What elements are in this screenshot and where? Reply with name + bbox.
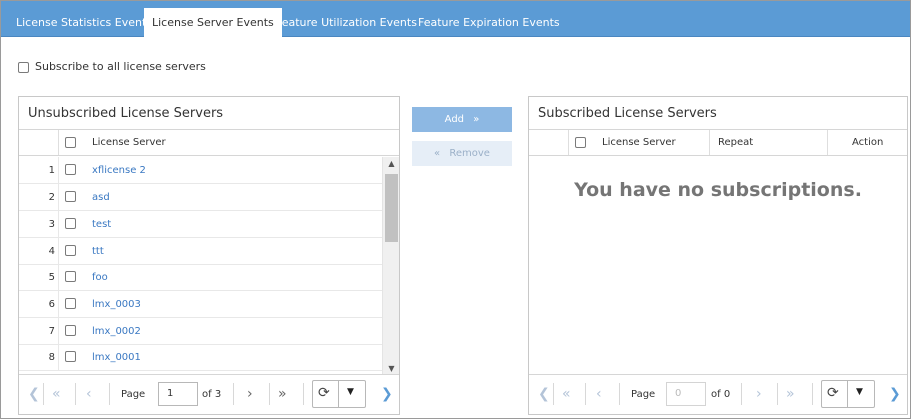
column-repeat[interactable]: Repeat <box>718 130 753 155</box>
refresh-button-group[interactable]: ⟳ ▼ <box>312 380 366 408</box>
row-checkbox[interactable] <box>65 218 76 229</box>
select-all-subscribed-checkbox[interactable] <box>575 137 586 148</box>
select-all-unsubscribed-checkbox[interactable] <box>65 137 76 148</box>
table-row[interactable]: 5 foo <box>19 264 382 291</box>
first-page-icon[interactable]: « <box>52 385 61 403</box>
row-checkbox[interactable] <box>65 245 76 256</box>
license-server-link[interactable]: lmx_0002 <box>92 318 141 345</box>
subscribed-panel: Subscribed License Servers License Serve… <box>528 96 908 415</box>
caret-down-icon[interactable]: ▼ <box>347 387 354 397</box>
row-checkbox[interactable] <box>65 298 76 309</box>
last-page-icon[interactable]: » <box>278 385 287 403</box>
add-button-label: Add <box>444 114 465 125</box>
table-row[interactable]: 2 asd <box>19 184 382 211</box>
row-number: 8 <box>48 352 55 363</box>
row-number: 1 <box>48 165 55 176</box>
tab-bar: License Statistics Events License Server… <box>1 1 910 38</box>
tab-feature-utilization-events[interactable]: Feature Utilization Events <box>276 9 417 37</box>
table-row[interactable]: 4 ttt <box>19 238 382 265</box>
column-license-server[interactable]: License Server <box>92 130 166 155</box>
license-server-link[interactable]: xflicense 2 <box>92 157 146 184</box>
double-left-icon: « <box>434 148 441 159</box>
table-row[interactable]: 7 lmx_0002 <box>19 318 382 345</box>
row-number: 4 <box>48 246 55 257</box>
refresh-icon[interactable]: ⟳ <box>827 385 839 401</box>
refresh-icon[interactable]: ⟳ <box>318 385 330 401</box>
row-checkbox[interactable] <box>65 191 76 202</box>
page-number-input[interactable]: 0 <box>666 382 706 406</box>
license-server-link[interactable]: ttt <box>92 238 104 265</box>
subscribe-all-option[interactable]: Subscribe to all license servers <box>18 60 206 73</box>
column-action[interactable]: Action <box>852 130 883 155</box>
license-server-link[interactable]: lmx_0003 <box>92 291 141 318</box>
license-server-link[interactable]: test <box>92 211 111 238</box>
page-label: Page <box>631 389 656 400</box>
next-page-icon[interactable]: › <box>756 385 762 403</box>
empty-message: You have no subscriptions. <box>574 179 862 201</box>
subscribed-pager: ❮ « ‹ Page 0 of 0 › » ⟳ ▼ ❯ <box>529 374 907 414</box>
page-number-input[interactable]: 1 <box>158 382 198 406</box>
scroll-down-icon[interactable]: ▼ <box>383 364 400 373</box>
unsubscribed-pager: ❮ « ‹ Page 1 of 3 › » ⟳ ▼ ❯ <box>19 374 399 414</box>
row-number: 7 <box>48 326 55 337</box>
subscribed-title: Subscribed License Servers <box>529 97 907 130</box>
row-checkbox[interactable] <box>65 351 76 362</box>
page-count-label: of 0 <box>711 389 731 400</box>
prev-page-icon[interactable]: ‹ <box>596 385 602 403</box>
row-number: 3 <box>48 219 55 230</box>
pager-back-icon[interactable]: ❮ <box>28 385 40 403</box>
vertical-scrollbar[interactable]: ▲ ▼ <box>382 157 399 375</box>
tab-license-server-events[interactable]: License Server Events <box>144 8 282 38</box>
subscribe-all-checkbox[interactable] <box>18 61 29 73</box>
last-page-icon[interactable]: » <box>786 385 795 403</box>
table-row[interactable]: 8 lmx_0001 <box>19 344 382 371</box>
next-page-icon[interactable]: › <box>247 385 253 403</box>
pager-forward-icon[interactable]: ❯ <box>381 385 393 403</box>
row-number: 6 <box>48 299 55 310</box>
row-checkbox[interactable] <box>65 271 76 282</box>
row-number: 5 <box>48 272 55 283</box>
subscribe-all-label: Subscribe to all license servers <box>35 60 206 73</box>
tab-feature-expiration-events[interactable]: Feature Expiration Events <box>418 9 560 37</box>
remove-button[interactable]: « Remove <box>412 141 512 166</box>
page-count-label: of 3 <box>202 389 222 400</box>
license-server-link[interactable]: foo <box>92 264 108 291</box>
column-license-server[interactable]: License Server <box>602 130 676 155</box>
table-row[interactable]: 3 test <box>19 211 382 238</box>
table-row[interactable]: 1 xflicense 2 <box>19 157 382 184</box>
license-server-link[interactable]: lmx_0001 <box>92 344 141 371</box>
page-label: Page <box>121 389 146 400</box>
license-server-link[interactable]: asd <box>92 184 110 211</box>
caret-down-icon[interactable]: ▼ <box>856 387 863 397</box>
add-button[interactable]: Add » <box>412 107 512 132</box>
row-checkbox[interactable] <box>65 164 76 175</box>
pager-back-icon[interactable]: ❮ <box>538 385 550 403</box>
table-row[interactable]: 6 lmx_0003 <box>19 291 382 318</box>
scroll-up-icon[interactable]: ▲ <box>383 159 400 168</box>
unsubscribed-panel: Unsubscribed License Servers License Ser… <box>18 96 400 415</box>
pager-forward-icon[interactable]: ❯ <box>889 385 901 403</box>
unsubscribed-title: Unsubscribed License Servers <box>19 97 399 130</box>
unsubscribed-grid-header: License Server <box>19 130 399 156</box>
scroll-thumb[interactable] <box>385 174 398 242</box>
tab-license-statistics-events[interactable]: License Statistics Events <box>16 9 152 37</box>
row-checkbox[interactable] <box>65 325 76 336</box>
subscribed-grid-header: License Server Repeat Action <box>529 130 907 156</box>
first-page-icon[interactable]: « <box>562 385 571 403</box>
remove-button-label: Remove <box>449 148 490 159</box>
row-number: 2 <box>48 192 55 203</box>
double-right-icon: » <box>473 114 480 125</box>
refresh-button-group[interactable]: ⟳ ▼ <box>821 380 875 408</box>
prev-page-icon[interactable]: ‹ <box>86 385 92 403</box>
